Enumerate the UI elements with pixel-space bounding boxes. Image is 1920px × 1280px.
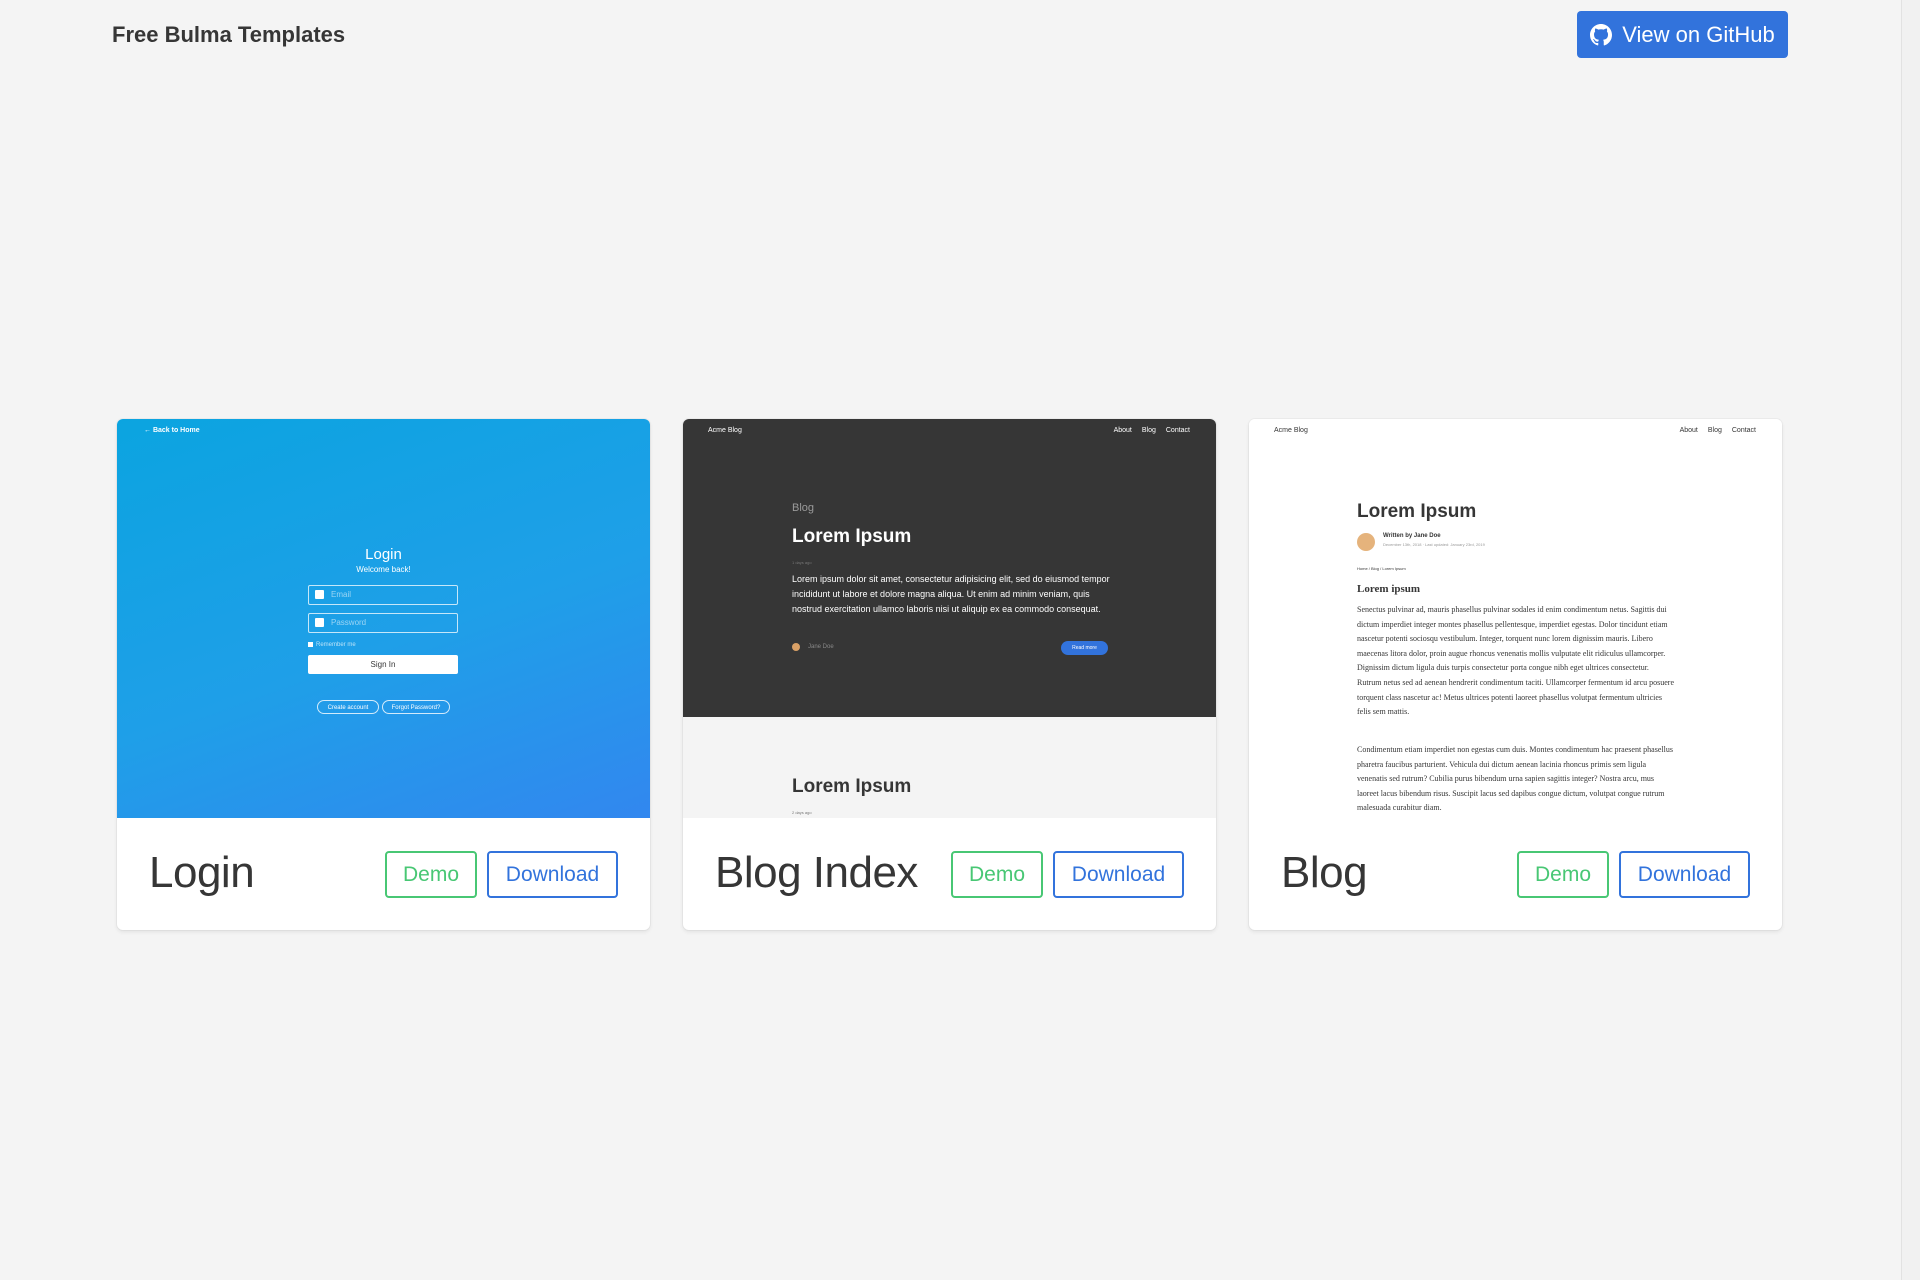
preview-login-subtitle: Welcome back! bbox=[356, 565, 411, 574]
preview-remember-label: Remember me bbox=[316, 642, 356, 649]
preview-nav-links: About Blog Contact bbox=[1680, 427, 1756, 434]
lock-icon bbox=[315, 618, 324, 627]
preview-article-date: December 13th, 2018 · Last updated: Janu… bbox=[1383, 542, 1485, 547]
preview-forgot-password-link: Forgot Password? bbox=[382, 700, 450, 714]
blog-preview-image[interactable]: Acme Blog About Blog Contact Lorem Ipsum… bbox=[1249, 419, 1782, 818]
preview-breadcrumb: Home / Blog / Lorem Ipsum bbox=[1357, 566, 1406, 571]
preview-read-more-button: Read more bbox=[1061, 641, 1108, 655]
preview-nav-links: About Blog Contact bbox=[1114, 427, 1190, 434]
preview-author-avatar bbox=[792, 643, 800, 651]
site-brand[interactable]: Free Bulma Templates bbox=[112, 22, 345, 48]
preview-nav-blog: Blog bbox=[1707, 427, 1722, 434]
download-button[interactable]: Download bbox=[1619, 851, 1750, 898]
preview-post-date: 1 days ago bbox=[792, 560, 812, 565]
preview-nav-contact: Contact bbox=[1165, 427, 1190, 434]
download-button[interactable]: Download bbox=[487, 851, 618, 898]
preview-email-placeholder: Email bbox=[331, 590, 352, 599]
card-footer: Blog Demo Download bbox=[1249, 818, 1782, 930]
login-preview-background: ← Back to Home Login Welcome back! Email… bbox=[117, 419, 650, 818]
preview-login-title: Login bbox=[365, 546, 402, 563]
preview-article-paragraph-1: Senectus pulvinar ad, mauris phasellus p… bbox=[1357, 605, 1674, 717]
github-button-label: View on GitHub bbox=[1622, 21, 1775, 47]
envelope-icon bbox=[315, 590, 324, 599]
preview-remember-checkbox: Remember me bbox=[308, 642, 356, 648]
preview-nav-brand: Acme Blog bbox=[708, 427, 742, 434]
preview-second-post-title: Lorem Ipsum bbox=[792, 776, 912, 797]
preview-post-list bbox=[683, 717, 1216, 818]
preview-nav-brand: Acme Blog bbox=[1274, 427, 1308, 434]
preview-email-field: Email bbox=[308, 585, 458, 605]
card-footer: Blog Index Demo Download bbox=[683, 818, 1216, 930]
template-card-blog: Acme Blog About Blog Contact Lorem Ipsum… bbox=[1249, 419, 1782, 930]
checkbox-icon bbox=[308, 642, 313, 647]
preview-author-avatar bbox=[1357, 533, 1375, 551]
template-card-login: ← Back to Home Login Welcome back! Email… bbox=[117, 419, 650, 930]
demo-button[interactable]: Demo bbox=[951, 851, 1043, 898]
card-title: Blog Index bbox=[715, 848, 918, 897]
card-footer: Login Demo Download bbox=[117, 818, 650, 930]
preview-password-placeholder: Password bbox=[331, 618, 367, 627]
preview-signin-button: Sign In bbox=[308, 655, 458, 674]
preview-create-account-link: Create account bbox=[317, 700, 379, 714]
blog-preview-background: Acme Blog About Blog Contact Lorem Ipsum… bbox=[1249, 419, 1782, 818]
card-title: Blog bbox=[1281, 848, 1368, 897]
preview-nav-about: About bbox=[1679, 427, 1698, 434]
preview-hero-section: Acme Blog About Blog Contact Blog Lorem … bbox=[683, 419, 1216, 717]
vertical-scrollbar[interactable] bbox=[1901, 0, 1920, 1280]
demo-button[interactable]: Demo bbox=[1517, 851, 1609, 898]
template-card-blog-index: Acme Blog About Blog Contact Blog Lorem … bbox=[683, 419, 1216, 930]
card-title: Login bbox=[149, 848, 255, 897]
download-button[interactable]: Download bbox=[1053, 851, 1184, 898]
login-preview-image[interactable]: ← Back to Home Login Welcome back! Email… bbox=[117, 419, 650, 818]
github-icon bbox=[1590, 23, 1613, 45]
preview-nav-about: About bbox=[1113, 427, 1132, 434]
preview-nav-contact: Contact bbox=[1731, 427, 1756, 434]
preview-article-heading: Lorem ipsum bbox=[1357, 583, 1421, 595]
preview-post-title: Lorem Ipsum bbox=[792, 526, 912, 547]
preview-article-paragraph-2: Condimentum etiam imperdiet non egestas … bbox=[1357, 745, 1673, 813]
preview-password-field: Password bbox=[308, 613, 458, 633]
view-on-github-button[interactable]: View on GitHub bbox=[1577, 11, 1788, 58]
preview-nav-blog: Blog bbox=[1141, 427, 1156, 434]
preview-post-tag: Blog bbox=[792, 502, 815, 514]
preview-post-excerpt: Lorem ipsum dolor sit amet, consectetur … bbox=[792, 574, 1110, 614]
demo-button[interactable]: Demo bbox=[385, 851, 477, 898]
blog-index-preview-image[interactable]: Acme Blog About Blog Contact Blog Lorem … bbox=[683, 419, 1216, 818]
preview-back-link: ← Back to Home bbox=[144, 427, 200, 434]
preview-author-name: Jane Doe bbox=[808, 644, 834, 650]
preview-article-title: Lorem Ipsum bbox=[1357, 501, 1477, 522]
preview-second-post-date: 2 days ago bbox=[792, 810, 812, 815]
preview-author-byline: Written by Jane Doe bbox=[1383, 533, 1441, 539]
